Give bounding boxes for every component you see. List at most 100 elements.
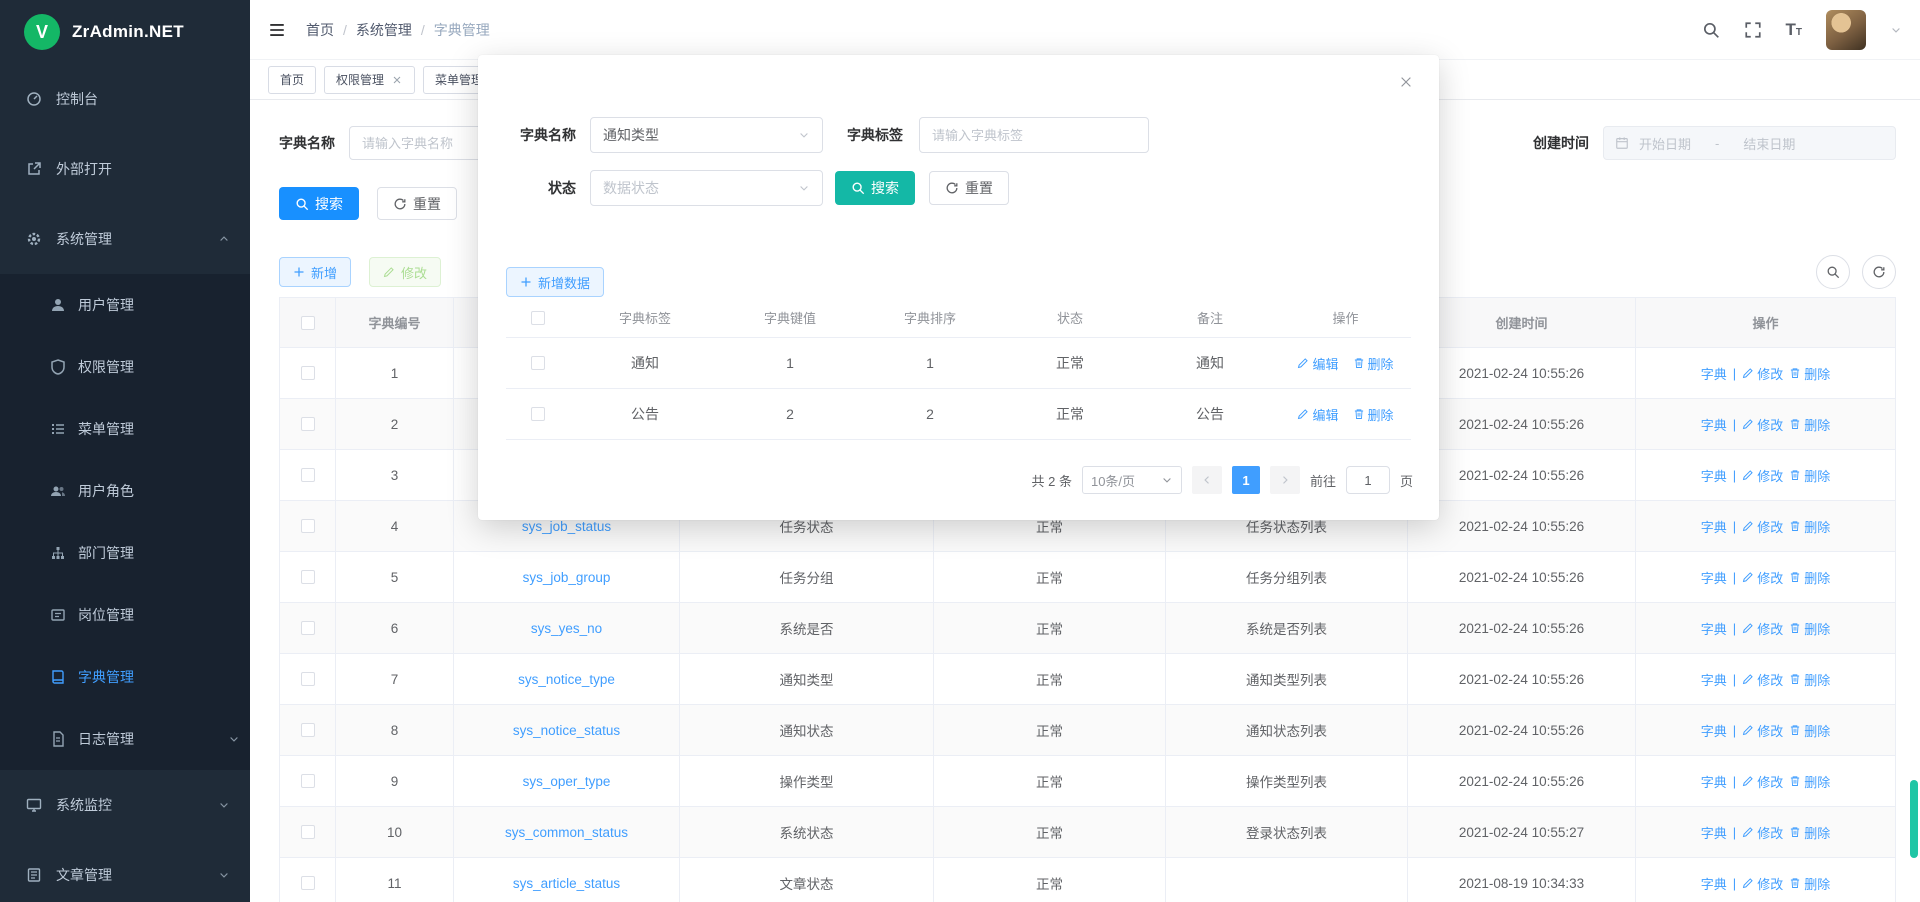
row-checkbox[interactable] — [301, 366, 315, 380]
row-edit-link[interactable]: 修改 — [1742, 721, 1783, 740]
row-delete-link[interactable]: 删除 — [1353, 405, 1394, 424]
dict-link[interactable]: 字典 — [1701, 466, 1727, 485]
toggle-search-button[interactable] — [1816, 255, 1850, 289]
tab-permissions[interactable]: 权限管理 — [324, 66, 415, 94]
dialog-reset-button[interactable]: 重置 — [929, 171, 1009, 205]
reset-button[interactable]: 重置 — [377, 187, 457, 220]
row-checkbox[interactable] — [301, 468, 315, 482]
row-checkbox[interactable] — [531, 407, 545, 421]
chevron-down-icon[interactable] — [1890, 24, 1902, 36]
row-delete-link[interactable]: 删除 — [1789, 619, 1830, 638]
row-edit-link[interactable]: 编辑 — [1297, 405, 1338, 424]
row-delete-link[interactable]: 删除 — [1789, 364, 1830, 383]
font-size-icon[interactable]: TT — [1786, 21, 1803, 39]
sidebar-item-departments[interactable]: 部门管理 — [0, 522, 250, 584]
row-checkbox[interactable] — [301, 570, 315, 584]
dict-link[interactable]: 字典 — [1701, 772, 1727, 791]
dict-link[interactable]: 字典 — [1701, 721, 1727, 740]
row-edit-link[interactable]: 修改 — [1742, 619, 1783, 638]
row-edit-link[interactable]: 修改 — [1742, 670, 1783, 689]
sidebar-item-monitor[interactable]: 系统监控 — [0, 770, 250, 840]
row-checkbox[interactable] — [301, 519, 315, 533]
row-delete-link[interactable]: 删除 — [1789, 568, 1830, 587]
search-icon[interactable] — [1702, 21, 1720, 39]
date-range-picker[interactable]: 开始日期 - 结束日期 — [1603, 126, 1896, 160]
cell-dict-name-link[interactable]: sys_common_status — [454, 807, 680, 858]
dict-link[interactable]: 字典 — [1701, 670, 1727, 689]
cell-dict-name-link[interactable]: sys_notice_status — [454, 705, 680, 756]
sidebar-item-posts[interactable]: 岗位管理 — [0, 584, 250, 646]
sidebar-item-roles[interactable]: 用户角色 — [0, 460, 250, 522]
sidebar-item-system[interactable]: 系统管理 — [0, 204, 250, 274]
row-edit-link[interactable]: 修改 — [1742, 466, 1783, 485]
sidebar-item-console[interactable]: 控制台 — [0, 64, 250, 134]
row-delete-link[interactable]: 删除 — [1789, 721, 1830, 740]
dict-link[interactable]: 字典 — [1701, 517, 1727, 536]
row-checkbox[interactable] — [301, 621, 315, 635]
cell-dict-name-link[interactable]: sys_notice_type — [454, 654, 680, 705]
dict-link[interactable]: 字典 — [1701, 415, 1727, 434]
row-edit-link[interactable]: 修改 — [1742, 823, 1783, 842]
row-checkbox[interactable] — [301, 825, 315, 839]
prev-page-button[interactable] — [1192, 466, 1222, 494]
row-checkbox[interactable] — [301, 417, 315, 431]
search-button[interactable]: 搜索 — [279, 187, 359, 220]
cell-dict-name-link[interactable]: sys_oper_type — [454, 756, 680, 807]
sidebar-item-permissions[interactable]: 权限管理 — [0, 336, 250, 398]
select-all-checkbox[interactable] — [301, 316, 315, 330]
dict-link[interactable]: 字典 — [1701, 568, 1727, 587]
refresh-table-button[interactable] — [1862, 255, 1896, 289]
page-size-select[interactable]: 10条/页 — [1082, 466, 1182, 494]
edit-button[interactable]: 修改 — [369, 257, 441, 287]
menu-fold-icon[interactable] — [268, 21, 286, 39]
sidebar-item-users[interactable]: 用户管理 — [0, 274, 250, 336]
row-delete-link[interactable]: 删除 — [1789, 772, 1830, 791]
current-page-button[interactable]: 1 — [1232, 466, 1260, 494]
breadcrumb-home[interactable]: 首页 — [306, 20, 334, 40]
row-checkbox[interactable] — [301, 876, 315, 890]
sidebar-item-logs[interactable]: 日志管理 — [0, 708, 250, 770]
row-edit-link[interactable]: 修改 — [1742, 415, 1783, 434]
goto-page-input[interactable] — [1346, 466, 1390, 494]
row-checkbox[interactable] — [301, 774, 315, 788]
tab-home[interactable]: 首页 — [268, 66, 316, 94]
cell-dict-name-link[interactable]: sys_yes_no — [454, 603, 680, 654]
row-delete-link[interactable]: 删除 — [1353, 354, 1394, 373]
row-delete-link[interactable]: 删除 — [1789, 670, 1830, 689]
row-edit-link[interactable]: 修改 — [1742, 517, 1783, 536]
row-edit-link[interactable]: 编辑 — [1297, 354, 1338, 373]
dict-label-input[interactable] — [919, 117, 1149, 153]
avatar[interactable] — [1826, 10, 1866, 50]
row-delete-link[interactable]: 删除 — [1789, 415, 1830, 434]
status-select[interactable]: 数据状态 — [590, 170, 823, 206]
fullscreen-icon[interactable] — [1744, 21, 1762, 39]
dict-link[interactable]: 字典 — [1701, 619, 1727, 638]
row-edit-link[interactable]: 修改 — [1742, 568, 1783, 587]
row-checkbox[interactable] — [301, 672, 315, 686]
row-edit-link[interactable]: 修改 — [1742, 874, 1783, 893]
select-all-checkbox[interactable] — [531, 311, 545, 325]
row-edit-link[interactable]: 修改 — [1742, 364, 1783, 383]
cell-dict-name-link[interactable]: sys_article_status — [454, 858, 680, 902]
sidebar-item-menus[interactable]: 菜单管理 — [0, 398, 250, 460]
row-delete-link[interactable]: 删除 — [1789, 823, 1830, 842]
breadcrumb-system[interactable]: 系统管理 — [356, 20, 412, 40]
close-icon[interactable] — [1399, 75, 1413, 89]
row-checkbox[interactable] — [301, 723, 315, 737]
dict-link[interactable]: 字典 — [1701, 823, 1727, 842]
close-icon[interactable] — [391, 74, 403, 86]
dict-link[interactable]: 字典 — [1701, 364, 1727, 383]
add-data-button[interactable]: 新增数据 — [506, 267, 604, 297]
dict-type-select[interactable]: 通知类型 — [590, 117, 823, 153]
sidebar-item-external[interactable]: 外部打开 — [0, 134, 250, 204]
sidebar-item-dictionary[interactable]: 字典管理 — [0, 646, 250, 708]
logo[interactable]: V ZrAdmin.NET — [0, 0, 250, 64]
sidebar-item-articles[interactable]: 文章管理 — [0, 840, 250, 902]
row-checkbox[interactable] — [531, 356, 545, 370]
add-button[interactable]: 新增 — [279, 257, 351, 287]
scrollbar-thumb[interactable] — [1910, 780, 1918, 858]
next-page-button[interactable] — [1270, 466, 1300, 494]
row-delete-link[interactable]: 删除 — [1789, 466, 1830, 485]
row-delete-link[interactable]: 删除 — [1789, 874, 1830, 893]
cell-dict-name-link[interactable]: sys_job_group — [454, 552, 680, 603]
